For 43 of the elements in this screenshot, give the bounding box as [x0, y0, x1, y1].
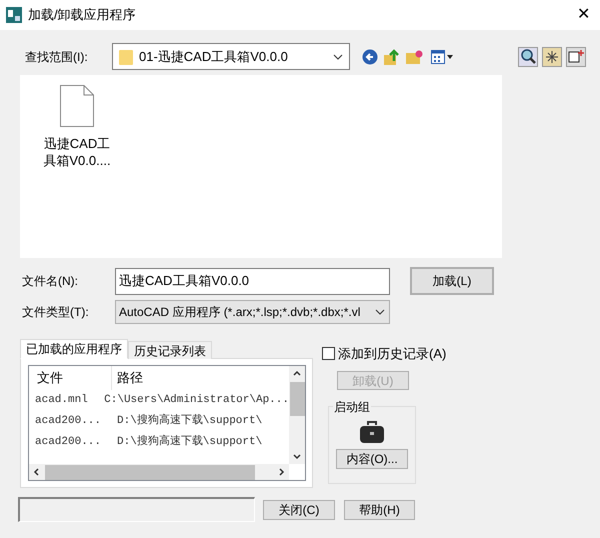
- table-cell-text: D:\搜狗高速下载\support\: [116, 434, 262, 450]
- tool-icon[interactable]: [566, 46, 586, 66]
- chevron-icon: [375, 309, 385, 315]
- file-name-label: 文件名(N):: [22, 273, 79, 290]
- search-icon[interactable]: [518, 46, 538, 66]
- table-cell-text: C:\Users\Administrator\Ap...: [103, 393, 289, 408]
- contents-button[interactable]: 内容(O)...: [336, 448, 408, 468]
- file-item[interactable]: 迅捷CAD工具箱V0.0....: [43, 85, 111, 169]
- window-title: 加载/卸载应用程序: [28, 6, 136, 24]
- file-name: 迅捷CAD工具箱V0.0....: [43, 135, 111, 169]
- chevron-icon: [333, 54, 343, 60]
- briefcase-icon: [359, 418, 385, 444]
- column-header[interactable]: 路径: [112, 368, 143, 388]
- scroll-thumb[interactable]: [45, 464, 255, 480]
- folder-icon: [119, 48, 133, 64]
- look-in-dropdown[interactable]: 01-迅捷CAD工具箱V0.0.0: [112, 43, 350, 70]
- back-icon[interactable]: [362, 48, 378, 64]
- file-type-dropdown[interactable]: AutoCAD 应用程序 (*.arx;*.lsp;*.dvb;*.dbx;*.vl: [115, 300, 390, 324]
- file-name-field[interactable]: 迅捷CAD工具箱V0.0.0: [115, 268, 390, 294]
- file-type-label: 文件类型(T):: [22, 304, 90, 321]
- column-header[interactable]: 文件: [29, 366, 112, 390]
- file-icon: [60, 85, 94, 127]
- table-cell-text: D:\搜狗高速下载\support\: [116, 413, 262, 430]
- close-button[interactable]: ✕: [577, 7, 590, 23]
- app-icon: [6, 7, 22, 23]
- checkbox[interactable]: [322, 347, 335, 360]
- table-cell-text: acad200...: [34, 435, 102, 450]
- help-button[interactable]: 帮助(H): [344, 500, 415, 520]
- tab[interactable]: 历史记录列表: [128, 341, 212, 359]
- new-folder-icon[interactable]: [406, 50, 423, 64]
- horizontal-scrollbar[interactable]: [29, 464, 289, 480]
- vertical-scrollbar[interactable]: [289, 366, 305, 464]
- look-in-label: 查找范围(I):: [25, 48, 89, 66]
- tab[interactable]: 已加载的应用程序: [20, 339, 128, 359]
- table-cell-text: acad.mnl: [34, 393, 89, 408]
- table-cell-text: acad200...: [34, 414, 102, 430]
- load-button[interactable]: 加载(L): [410, 267, 494, 295]
- checkbox-label: 添加到历史记录(A): [338, 345, 446, 363]
- view-menu-icon[interactable]: [431, 50, 453, 64]
- scroll-thumb[interactable]: [290, 382, 304, 416]
- close-dialog-button[interactable]: 关闭(C): [263, 500, 335, 520]
- group-title: 启动组: [333, 398, 371, 416]
- folder-up-icon[interactable]: [384, 48, 400, 64]
